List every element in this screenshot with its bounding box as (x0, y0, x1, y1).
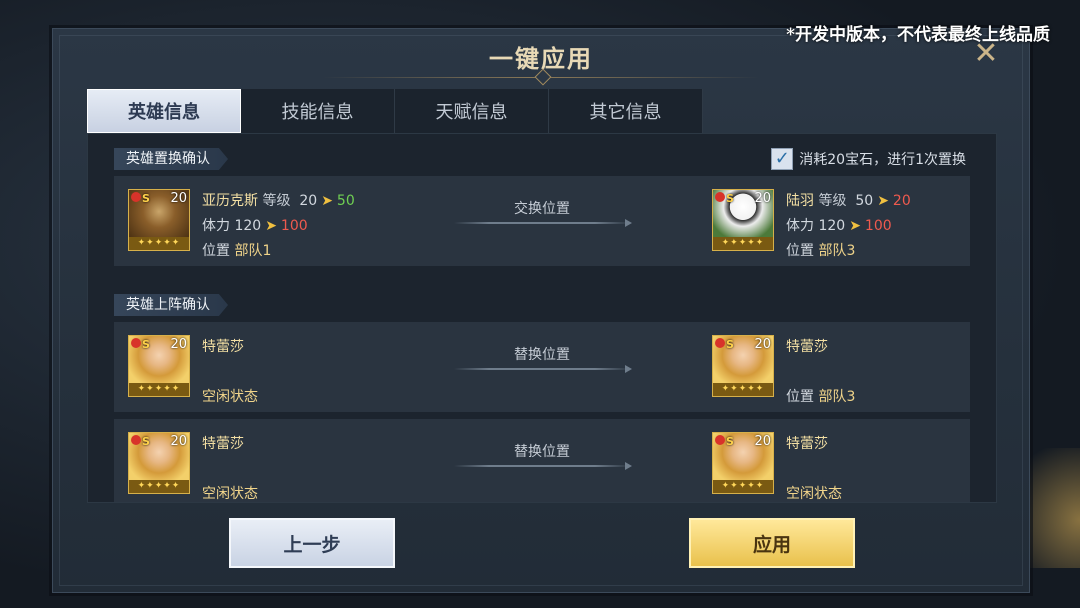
tab-talent-info[interactable]: 天赋信息 (395, 89, 549, 133)
replace-arrow (454, 462, 632, 470)
hero-name: 特蕾莎 (786, 436, 828, 452)
hero-info: 特蕾莎 位置 部队3 (786, 335, 855, 410)
rank-badge: S (726, 192, 734, 205)
replace-arrow (454, 365, 632, 373)
star-rating: ✦✦✦✦✦ (129, 237, 189, 250)
one-click-apply-dialog: 一键应用 ✕ 英雄信息 技能信息 天赋信息 其它信息 英雄置换确认 ✓ 消耗20… (52, 28, 1030, 593)
arrow-icon: ➤ (265, 218, 277, 234)
dev-version-watermark: *开发中版本，不代表最终上线品质 (786, 25, 1050, 45)
stamina-label: 体力 (202, 218, 230, 234)
position-value: 部队3 (818, 389, 856, 405)
hero-avatar[interactable]: S 20 ✦✦✦✦✦ (712, 189, 774, 251)
star-rating: ✦✦✦✦✦ (713, 383, 773, 396)
deploy-row: S 20 ✦✦✦✦✦ 特蕾莎 空闲状态 替换位置 S 20 ✦✦✦✦✦ 特蕾莎 … (114, 419, 970, 502)
fire-element-icon (715, 435, 725, 445)
tab-hero-info[interactable]: 英雄信息 (87, 89, 241, 133)
consume-gems-label: 消耗20宝石，进行1次置换 (799, 152, 966, 168)
position-value: 部队1 (234, 243, 272, 259)
hero-info: 陆羽 等级 50 ➤ 20 体力 120 ➤ 100 位置 部队3 (786, 189, 911, 264)
tab-skill-info[interactable]: 技能信息 (241, 89, 395, 133)
hero-status: 空闲状态 (202, 389, 258, 405)
deploy-section-title: 英雄上阵确认 (114, 294, 228, 316)
star-rating: ✦✦✦✦✦ (713, 237, 773, 250)
avatar-level: 20 (754, 191, 771, 206)
arrow-icon: ➤ (849, 218, 861, 234)
arrow-icon: ➤ (877, 193, 889, 209)
position-label: 位置 (786, 243, 814, 259)
apply-button[interactable]: 应用 (689, 518, 855, 568)
star-rating: ✦✦✦✦✦ (129, 383, 189, 396)
stamina-label: 体力 (786, 218, 814, 234)
hero-avatar[interactable]: S 20 ✦✦✦✦✦ (712, 335, 774, 397)
hero-name: 特蕾莎 (786, 339, 828, 355)
rank-badge: S (726, 338, 734, 351)
star-rating: ✦✦✦✦✦ (713, 480, 773, 493)
consume-gems-checkbox[interactable]: ✓ 消耗20宝石，进行1次置换 (771, 148, 966, 170)
fire-element-icon (715, 192, 725, 202)
hero-info: 特蕾莎 空闲状态 (786, 432, 842, 502)
swap-right-hero: S 20 ✦✦✦✦✦ 陆羽 等级 50 ➤ 20 体力 120 ➤ 100 位置 部队3 (712, 189, 911, 264)
fire-element-icon (715, 338, 725, 348)
position-label: 位置 (786, 389, 814, 405)
swap-arrow (454, 219, 632, 227)
tab-other-info[interactable]: 其它信息 (549, 89, 703, 133)
deploy-right-hero: S 20 ✦✦✦✦✦ 特蕾莎 空闲状态 (712, 432, 842, 502)
stamina-from: 120 (818, 218, 846, 234)
stamina-to: 100 (864, 218, 892, 234)
position-label: 位置 (202, 243, 230, 259)
hero-status: 空闲状态 (786, 486, 842, 502)
stamina-to: 100 (280, 218, 308, 234)
hero-status: 空闲状态 (202, 486, 258, 502)
swap-section-title: 英雄置换确认 (114, 148, 228, 170)
avatar-level: 20 (754, 337, 771, 352)
rank-badge: S (726, 435, 734, 448)
hero-name: 陆羽 (786, 193, 814, 209)
hero-avatar[interactable]: S 20 ✦✦✦✦✦ (712, 432, 774, 494)
content-panel[interactable]: 英雄置换确认 ✓ 消耗20宝石，进行1次置换 S 20 ✦✦✦✦✦ 亚历克斯 等… (87, 133, 997, 503)
deploy-row: S 20 ✦✦✦✦✦ 特蕾莎 空闲状态 替换位置 S 20 ✦✦✦✦✦ 特蕾莎 … (114, 322, 970, 412)
position-value: 部队3 (818, 243, 856, 259)
deploy-right-hero: S 20 ✦✦✦✦✦ 特蕾莎 位置 部队3 (712, 335, 855, 410)
previous-step-button[interactable]: 上一步 (229, 518, 395, 568)
avatar-level: 20 (754, 434, 771, 449)
level-label: 等级 (818, 193, 847, 209)
level-to: 20 (892, 193, 911, 209)
checkbox-checked-icon[interactable]: ✓ (771, 148, 794, 170)
swap-row: S 20 ✦✦✦✦✦ 亚历克斯 等级 20 ➤ 50 体力 120 ➤ 100 位置 部… (114, 176, 970, 266)
star-rating: ✦✦✦✦✦ (129, 480, 189, 493)
level-from: 50 (855, 193, 874, 209)
tab-bar: 英雄信息 技能信息 天赋信息 其它信息 (87, 89, 703, 133)
stamina-from: 120 (234, 218, 262, 234)
